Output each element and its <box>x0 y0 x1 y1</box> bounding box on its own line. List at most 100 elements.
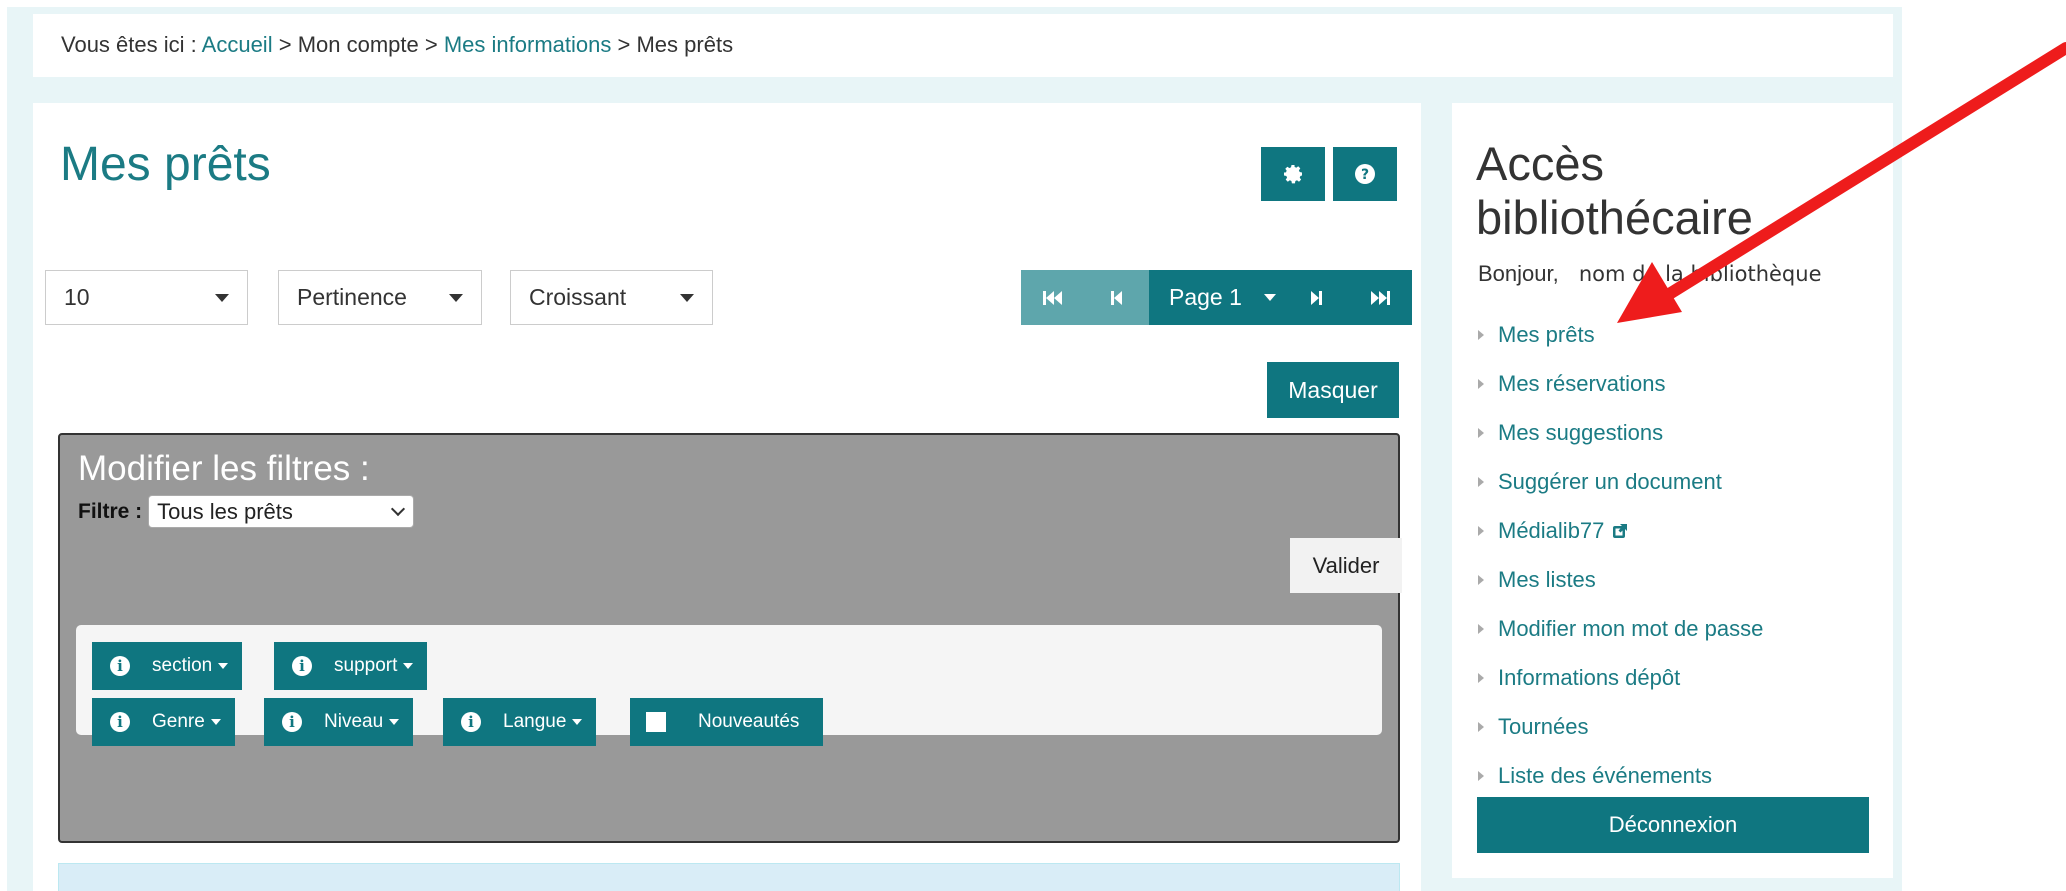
per-page-select[interactable]: 10 <box>45 270 248 325</box>
sidebar-item-label: Mes suggestions <box>1498 419 1664 445</box>
library-name: nom de la bibliothèque <box>1578 262 1822 286</box>
greeting-text: Bonjour, <box>1478 261 1559 286</box>
sidebar-item-mes-prets[interactable]: Mes prêts <box>1478 310 1763 359</box>
sidebar-menu: Mes prêts Mes réservations Mes suggestio… <box>1478 310 1763 800</box>
facet-support-button[interactable]: i support <box>274 642 428 690</box>
sidebar-item-mes-suggestions[interactable]: Mes suggestions <box>1478 408 1763 457</box>
facet-genre-button[interactable]: i Genre <box>92 698 235 746</box>
facet-label: Langue <box>503 711 567 732</box>
last-page-button[interactable] <box>1347 270 1412 325</box>
breadcrumb: Vous êtes ici : Accueil > Mon compte > M… <box>33 14 1893 77</box>
sidebar-item-label: Tournées <box>1498 713 1589 739</box>
page-select-button[interactable]: Page 1 <box>1149 270 1284 325</box>
chevron-down-icon <box>391 501 406 517</box>
breadcrumb-info-link[interactable]: Mes informations <box>444 32 612 57</box>
question-icon: ? <box>1355 164 1375 184</box>
breadcrumb-home-link[interactable]: Accueil <box>202 32 273 57</box>
info-icon: i <box>292 656 312 676</box>
new-items-checkbox[interactable] <box>646 712 666 732</box>
facet-label: Genre <box>152 711 205 732</box>
new-items-toggle[interactable]: Nouveautés <box>630 698 823 746</box>
facet-label: section <box>152 655 213 676</box>
caret-down-icon <box>680 294 694 302</box>
sidebar-item-label: Liste des événements <box>1498 762 1713 788</box>
order-select[interactable]: Croissant <box>510 270 713 325</box>
previous-page-button[interactable] <box>1085 270 1149 325</box>
sidebar-title: Accès bibliothécaire <box>1476 137 1753 244</box>
new-items-label: Nouveautés <box>698 711 800 732</box>
triangle-right-icon <box>1478 525 1484 536</box>
info-alert <box>58 863 1400 891</box>
breadcrumb-account: Mon compte <box>297 32 419 57</box>
sidebar-item-mes-reservations[interactable]: Mes réservations <box>1478 359 1763 408</box>
sidebar-item-suggerer-document[interactable]: Suggérer un document <box>1478 457 1763 506</box>
info-icon: i <box>282 712 302 732</box>
filter-select-value: Tous les prêts <box>157 498 293 524</box>
breadcrumb-separator: > <box>278 32 292 57</box>
first-page-button[interactable] <box>1021 270 1085 325</box>
facet-label: support <box>334 655 398 676</box>
info-icon: i <box>461 712 481 732</box>
triangle-right-icon <box>1478 378 1484 389</box>
first-page-icon <box>1043 290 1062 305</box>
caret-down-icon <box>210 719 221 725</box>
caret-down-icon <box>215 294 229 302</box>
sidebar-item-label: Modifier mon mot de passe <box>1498 615 1764 641</box>
info-icon: i <box>110 656 130 676</box>
breadcrumb-separator: > <box>617 32 631 57</box>
help-button[interactable]: ? <box>1333 147 1397 201</box>
sidebar-greeting: Bonjour, nom de la bibliothèque <box>1478 261 1822 287</box>
triangle-right-icon <box>1478 427 1484 438</box>
filters-panel: Modifier les filtres : Filtre : Tous les… <box>58 433 1402 843</box>
sidebar-item-mes-listes[interactable]: Mes listes <box>1478 555 1763 604</box>
main-panel: Mes prêts ? 10 Pertinence Croissant Page… <box>33 103 1421 891</box>
external-link-icon <box>1613 523 1628 538</box>
last-page-icon <box>1370 290 1390 305</box>
sidebar-item-medialib77[interactable]: Médialib77 <box>1478 506 1763 555</box>
filter-select[interactable]: Tous les prêts <box>148 495 415 528</box>
caret-down-icon <box>1263 294 1276 301</box>
caret-down-icon <box>218 663 229 669</box>
submit-filters-button[interactable]: Valider <box>1290 538 1402 593</box>
next-page-icon <box>1310 290 1322 305</box>
caret-down-icon <box>449 294 463 302</box>
logout-button[interactable]: Déconnexion <box>1477 797 1869 853</box>
caret-down-icon <box>403 663 414 669</box>
next-page-button[interactable] <box>1283 270 1348 325</box>
hide-filters-button[interactable]: Masquer <box>1267 362 1399 418</box>
svg-text:?: ? <box>1361 167 1369 183</box>
facet-langue-button[interactable]: i Langue <box>443 698 597 746</box>
info-icon: i <box>110 712 130 732</box>
sidebar-item-label: Suggérer un document <box>1498 468 1722 494</box>
previous-page-icon <box>1111 290 1122 305</box>
sidebar-item-label: Informations dépôt <box>1498 664 1681 690</box>
sidebar-item-modifier-mot-de-passe[interactable]: Modifier mon mot de passe <box>1478 604 1763 653</box>
facet-niveau-button[interactable]: i Niveau <box>264 698 414 746</box>
triangle-right-icon <box>1478 329 1484 340</box>
sidebar-item-label: Mes listes <box>1498 566 1596 592</box>
triangle-right-icon <box>1478 574 1484 585</box>
triangle-right-icon <box>1478 476 1484 487</box>
facets-box: i section i support i Genre i Niveau i L… <box>76 625 1382 746</box>
breadcrumb-separator: > <box>424 32 438 57</box>
sidebar-item-tournees[interactable]: Tournées <box>1478 702 1763 751</box>
caret-down-icon <box>572 719 583 725</box>
sort-select[interactable]: Pertinence <box>278 270 482 325</box>
sidebar: Accès bibliothécaire Bonjour, nom de la … <box>1452 103 1893 878</box>
triangle-right-icon <box>1478 770 1484 781</box>
sidebar-item-informations-depot[interactable]: Informations dépôt <box>1478 653 1763 702</box>
pagination: Page 1 <box>1021 270 1412 325</box>
sidebar-item-liste-evenements[interactable]: Liste des événements <box>1478 751 1763 800</box>
filters-title: Modifier les filtres : <box>78 449 370 488</box>
per-page-value: 10 <box>64 284 90 310</box>
filter-label: Filtre : <box>78 499 143 523</box>
order-value: Croissant <box>529 284 627 310</box>
settings-button[interactable] <box>1261 147 1325 201</box>
page-title: Mes prêts <box>60 138 271 191</box>
breadcrumb-prefix: Vous êtes ici : <box>61 32 197 57</box>
triangle-right-icon <box>1478 623 1484 634</box>
facet-label: Niveau <box>324 711 384 732</box>
caret-down-icon <box>389 719 400 725</box>
facet-section-button[interactable]: i section <box>92 642 243 690</box>
sort-value: Pertinence <box>297 284 407 310</box>
